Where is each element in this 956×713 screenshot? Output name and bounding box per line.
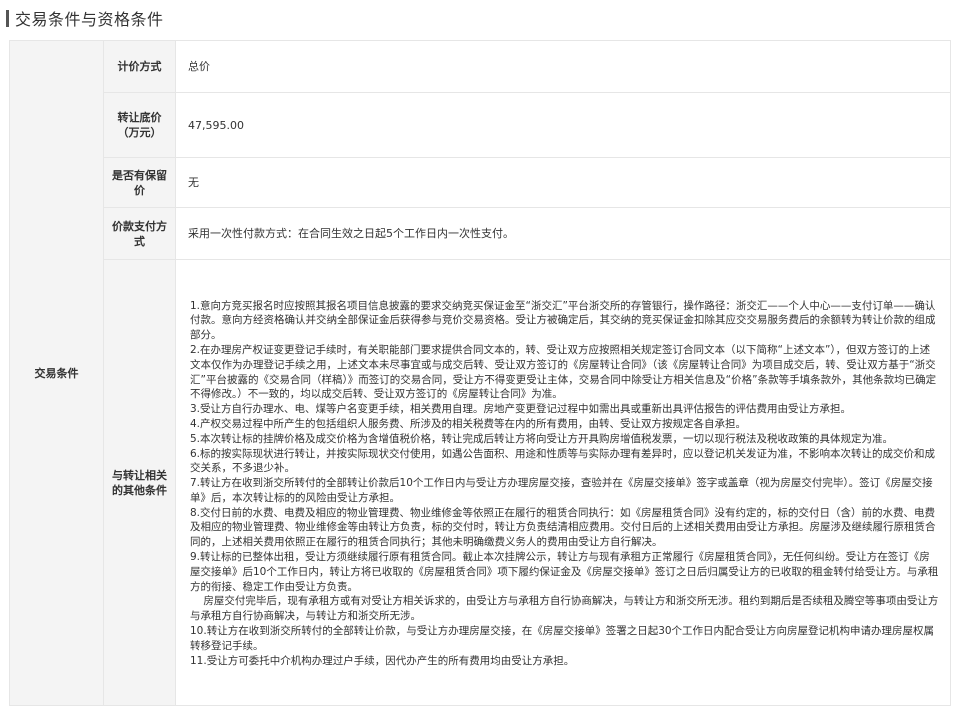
condition-paragraph: 9.转让标的已整体出租，受让方须继续履行原有租赁合同。截止本次挂牌公示，转让方与… <box>190 551 939 593</box>
row-label-pricing-method: 计价方式 <box>103 40 176 93</box>
row-value-reserve-price: 47,595.00 <box>175 92 951 158</box>
condition-paragraph: 6.标的按实际现状进行转让，并按实际现状交付使用，如遇公告面积、用途和性质等与实… <box>190 447 936 475</box>
row-value-other-conditions: 1.意向方竞买报名时应按照其报名项目信息披露的要求交纳竞买保证金至“浙交汇”平台… <box>175 259 951 706</box>
condition-paragraph: 10.转让方在收到浙交所转付的全部转让价款，与受让方办理房屋交接，在《房屋交接单… <box>190 625 935 652</box>
table-row: 是否有保留价 无 <box>10 157 951 208</box>
condition-paragraph: 11.受让方可委托中介机构办理过户手续，因代办产生的所有费用均由受让方承担。 <box>190 654 575 667</box>
row-value-pricing-method: 总价 <box>175 40 951 93</box>
condition-paragraph: 8.交付日前的水费、电费及相应的物业管理费、物业维修金等依照正在履行的租赁合同执… <box>190 506 936 549</box>
condition-paragraph: 3.受让方自行办理水、电、煤等户名变更手续，相关费用自理。房地产变更登记过程中如… <box>190 403 852 416</box>
table-row: 价款支付方式 采用一次性付款方式：在合同生效之日起5个工作日内一次性支付。 <box>10 207 951 260</box>
condition-paragraph: 4.产权交易过程中所产生的包括组织人服务费、所涉及的相关税费等在内的所有费用，由… <box>190 417 747 430</box>
section-title: 交易条件与资格条件 <box>15 10 164 29</box>
table-row: 与转让相关的其他条件 1.意向方竞买报名时应按照其报名项目信息披露的要求交纳竞买… <box>10 259 951 706</box>
table-row: 转让底价（万元） 47,595.00 <box>10 92 951 158</box>
condition-paragraph: 7.转让方在收到浙交所转付的全部转让价款后10个工作日内与受让方办理房屋交接，查… <box>190 477 933 504</box>
next-section-divider <box>9 705 951 713</box>
category-cell: 交易条件 <box>9 40 104 706</box>
trade-conditions-table: 交易条件 计价方式 总价 转让底价（万元） 47,595.00 是否有保留价 无… <box>9 40 951 706</box>
condition-paragraph: 1.意向方竞买报名时应按照其报名项目信息披露的要求交纳竞买保证金至“浙交汇”平台… <box>190 299 936 342</box>
table-row: 交易条件 计价方式 总价 <box>9 40 951 706</box>
section-accent-bar <box>6 9 9 27</box>
row-value-retention-price: 无 <box>175 157 951 208</box>
condition-paragraph: 5.本次转让标的挂牌价格及成交价格为含增值税价格，转让完成后转让方将向受让方开具… <box>190 432 894 445</box>
row-label-other-conditions: 与转让相关的其他条件 <box>103 259 176 706</box>
row-label-payment-method: 价款支付方式 <box>103 207 176 260</box>
row-value-payment-method: 采用一次性付款方式：在合同生效之日起5个工作日内一次性支付。 <box>175 207 951 260</box>
condition-paragraph: 房屋交付完毕后，现有承租方或有对受让方相关诉求的，由受让方与承租方自行协商解决，… <box>190 595 939 623</box>
row-label-retention-price: 是否有保留价 <box>103 157 176 208</box>
section-header: 交易条件与资格条件 <box>6 6 164 30</box>
row-label-reserve-price: 转让底价（万元） <box>103 92 176 158</box>
condition-paragraph: 2.在办理房产权证变更登记手续时，有关职能部门要求提供合同文本的，转、受让双方应… <box>190 343 937 401</box>
